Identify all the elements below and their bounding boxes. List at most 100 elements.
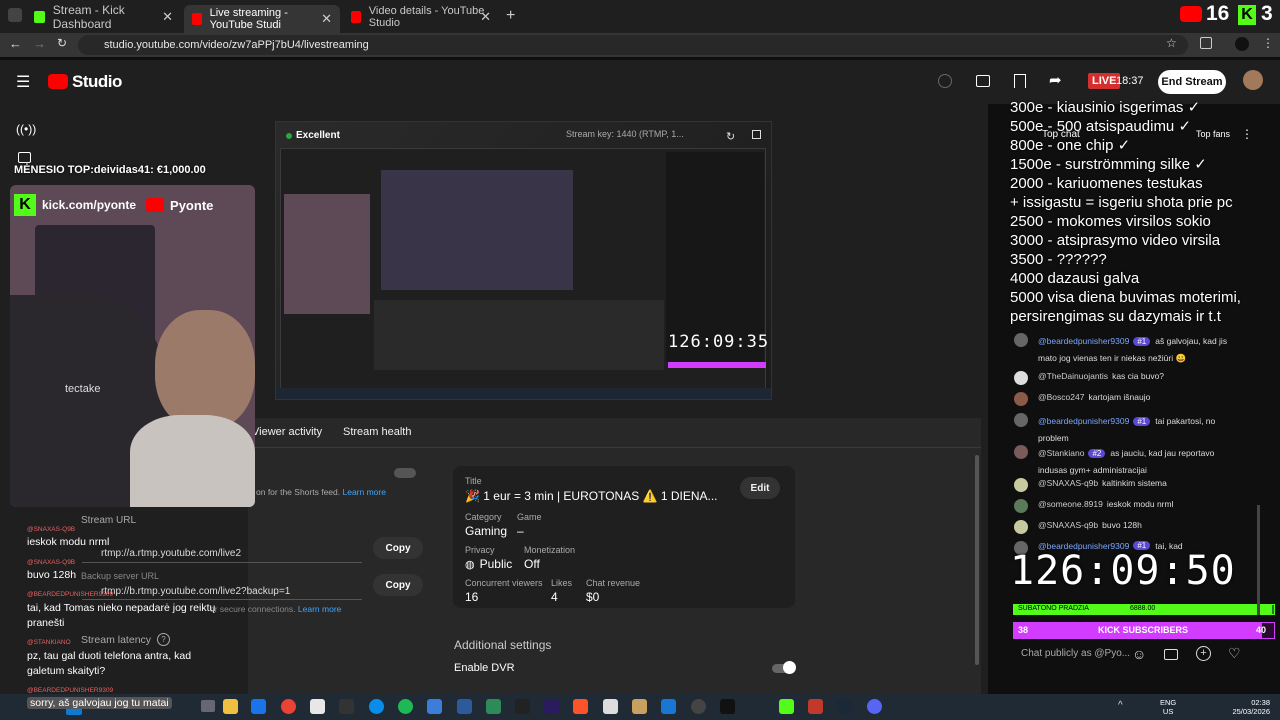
tray-chevron-icon[interactable]: ^ xyxy=(1118,700,1123,711)
premiere-icon[interactable] xyxy=(544,699,559,714)
taskview-icon[interactable] xyxy=(201,700,215,712)
back-icon[interactable]: ← xyxy=(9,36,22,51)
shorts-toggle[interactable] xyxy=(394,468,416,478)
chat-input[interactable]: Chat publicly as @Pyo... xyxy=(1021,648,1130,659)
super-chat-icon[interactable] xyxy=(1164,649,1178,660)
panel-scrollbar[interactable] xyxy=(975,455,979,665)
emoji-icon[interactable]: ☺ xyxy=(1132,646,1146,662)
share-icon[interactable]: ➦ xyxy=(1049,71,1062,89)
add-icon[interactable]: + xyxy=(1196,646,1211,661)
url-field[interactable]: studio.youtube.com/video/zw7aPPj7bU4/liv… xyxy=(78,35,1188,55)
file-explorer-icon[interactable] xyxy=(223,699,238,714)
chat-author[interactable]: @Stankiano xyxy=(1038,448,1084,458)
chat-message: @TheDainuojantis kas cia buvo? xyxy=(1014,371,1164,385)
chat-scrollbar[interactable] xyxy=(1257,505,1260,615)
settings-icon[interactable] xyxy=(938,74,952,88)
end-stream-button[interactable]: End Stream xyxy=(1158,70,1226,94)
bookmark-star-icon[interactable]: ☆ xyxy=(1166,36,1177,50)
category-value: Gaming xyxy=(465,524,508,538)
stream-key-select[interactable]: Stream key: 1440 (RTMP, 1... xyxy=(566,129,684,139)
app-icon[interactable] xyxy=(632,699,647,714)
overlay-chat-message: sorry, aš galvojau jog tu matai xyxy=(27,697,172,709)
kick-app-icon[interactable] xyxy=(779,699,794,714)
game-value: – xyxy=(517,524,524,538)
terminal-icon[interactable] xyxy=(720,699,735,714)
app-icon[interactable] xyxy=(486,699,501,714)
fullscreen-icon[interactable] xyxy=(752,130,761,139)
tab-kick-dashboard[interactable]: Stream - Kick Dashboard ✕ xyxy=(26,3,181,31)
kick-subs-bar: 38 KICK SUBSCRIBERS 40 xyxy=(1013,622,1275,639)
goal-label: SUBATONO PRADZIA xyxy=(1018,605,1089,612)
hamburger-menu-icon[interactable]: ☰ xyxy=(16,72,30,92)
chat-author[interactable]: @someone.8919 xyxy=(1038,499,1103,509)
forward-icon[interactable]: → xyxy=(33,36,46,51)
donation-item: 3000 - atsiprasymo video virsila xyxy=(1010,232,1221,249)
store-icon[interactable] xyxy=(251,699,266,714)
app-icon[interactable] xyxy=(808,699,823,714)
tab-strip: Stream - Kick Dashboard ✕ Live streaming… xyxy=(0,0,1280,33)
photos-icon[interactable] xyxy=(427,699,442,714)
chrome-icon[interactable] xyxy=(281,699,296,714)
chat-text: kartojam išnaujo xyxy=(1088,392,1151,402)
refresh-icon[interactable]: ↻ xyxy=(726,130,735,143)
app-icon[interactable] xyxy=(661,699,676,714)
language-indicator[interactable]: ENG US xyxy=(1160,698,1176,716)
youtube-logo-icon xyxy=(146,198,165,212)
chat-author[interactable]: @Bosco247 xyxy=(1038,392,1084,402)
copy-stream-url-button[interactable]: Copy xyxy=(373,537,423,559)
edge-icon[interactable] xyxy=(369,699,384,714)
help-icon[interactable]: ? xyxy=(157,633,171,646)
app-icon[interactable] xyxy=(310,699,325,714)
lang-text: ENG xyxy=(1160,698,1177,707)
avatar[interactable] xyxy=(1243,70,1263,90)
menu-icon[interactable]: ⋮ xyxy=(1262,36,1274,50)
obs-icon[interactable] xyxy=(691,699,706,714)
bookmark-icon[interactable] xyxy=(1014,74,1026,88)
kick-icon xyxy=(34,11,45,23)
extensions-icon[interactable] xyxy=(1200,37,1212,49)
dashboard-icon[interactable] xyxy=(976,75,990,87)
clock[interactable]: 02:38 25/03/2026 xyxy=(1225,698,1270,716)
chat-author[interactable]: @SNAXAS-q9b xyxy=(1038,520,1098,530)
close-icon[interactable]: ✕ xyxy=(321,11,332,27)
app-icon[interactable] xyxy=(515,699,530,714)
tab-search-icon[interactable] xyxy=(8,8,22,22)
steam-like-icon[interactable] xyxy=(339,699,354,714)
heart-icon[interactable]: ♡ xyxy=(1228,645,1241,662)
close-icon[interactable]: ✕ xyxy=(480,9,491,25)
brave-icon[interactable] xyxy=(573,699,588,714)
app-icon[interactable] xyxy=(457,699,472,714)
chat-author[interactable]: @SNAXAS-q9b xyxy=(1038,478,1098,488)
live-stream-icon[interactable]: ((•)) xyxy=(16,122,36,136)
chat-author[interactable]: @beardedpunisher9309 xyxy=(1038,336,1129,346)
close-icon[interactable]: ✕ xyxy=(162,9,173,25)
dvr-toggle-knob[interactable] xyxy=(783,661,796,674)
spotify-icon[interactable] xyxy=(398,699,413,714)
enable-dvr-label: Enable DVR xyxy=(454,662,515,674)
app-icon[interactable] xyxy=(603,699,618,714)
new-tab-button[interactable]: + xyxy=(506,7,515,25)
discord-icon[interactable] xyxy=(867,699,882,714)
rank-badge: #2 xyxy=(1088,449,1106,458)
steam-icon[interactable] xyxy=(837,699,852,714)
chat-message: @SNAXAS-q9b buvo 128h xyxy=(1014,520,1142,534)
chat-author[interactable]: @TheDainuojantis xyxy=(1038,371,1108,381)
tab-stream-health[interactable]: Stream health xyxy=(343,426,411,438)
tab-live-streaming[interactable]: Live streaming - YouTube Studi ✕ xyxy=(184,5,340,33)
copy-backup-url-button[interactable]: Copy xyxy=(373,574,423,596)
reload-icon[interactable]: ↻ xyxy=(57,36,67,50)
chat-author[interactable]: @beardedpunisher9309 xyxy=(1038,416,1129,426)
nested-panel xyxy=(374,300,664,370)
edit-button[interactable]: Edit xyxy=(740,477,780,499)
tab-viewer-activity[interactable]: Viewer activity xyxy=(252,426,322,438)
tab-video-details[interactable]: Video details - YouTube Studio ✕ xyxy=(343,5,499,29)
learn-more-link[interactable]: Learn more xyxy=(298,604,341,614)
camera-icon[interactable] xyxy=(18,152,31,163)
youtube-logo-icon xyxy=(1180,6,1202,22)
more-options-icon[interactable]: ⋮ xyxy=(1241,127,1253,141)
learn-more-link[interactable]: Learn more xyxy=(342,487,385,497)
profile-icon[interactable] xyxy=(1235,37,1249,51)
donation-item: 3500 - ?????? xyxy=(1010,251,1107,268)
avatar xyxy=(1014,371,1028,385)
chat-message: @Bosco247 kartojam išnaujo xyxy=(1014,392,1150,406)
